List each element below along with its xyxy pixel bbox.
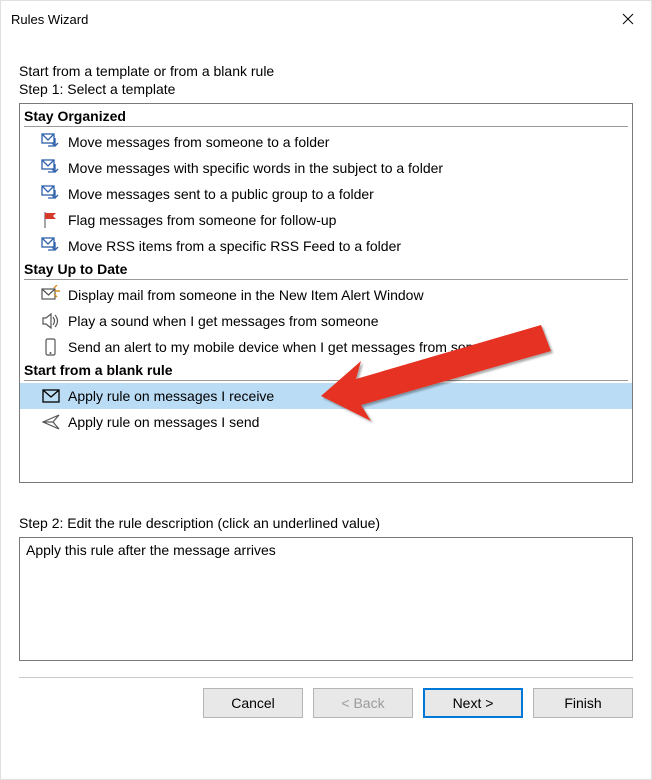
separator [19,677,633,678]
envelope-icon [40,385,62,407]
send-icon [40,411,62,433]
template-item-label: Move RSS items from a specific RSS Feed … [68,238,401,254]
template-listbox[interactable]: Stay Organized Move messages from someon… [19,103,633,483]
titlebar: Rules Wizard [1,1,651,37]
step2-label: Step 2: Edit the rule description (click… [19,515,633,531]
template-item-move-public-group[interactable]: Move messages sent to a public group to … [20,181,632,207]
template-item-move-rss[interactable]: Move RSS items from a specific RSS Feed … [20,233,632,259]
back-button: < Back [313,688,413,718]
template-item-mobile-alert[interactable]: Send an alert to my mobile device when I… [20,334,632,360]
step1-label: Step 1: Select a template [19,81,633,97]
rule-description-text: Apply this rule after the message arrive… [26,542,276,558]
template-item-apply-receive[interactable]: Apply rule on messages I receive [20,383,632,409]
template-item-flag-followup[interactable]: Flag messages from someone for follow-up [20,207,632,233]
mobile-icon [40,336,62,358]
move-to-folder-icon [40,183,62,205]
rules-wizard-dialog: Rules Wizard Start from a template or fr… [0,0,652,780]
close-button[interactable] [605,1,651,37]
flag-icon [40,209,62,231]
window-title: Rules Wizard [11,12,88,27]
button-bar: Cancel < Back Next > Finish [1,688,651,732]
category-header-stay-organized: Stay Organized [20,104,632,126]
next-button[interactable]: Next > [423,688,523,718]
template-item-move-subject-words[interactable]: Move messages with specific words in the… [20,155,632,181]
template-item-move-from-someone[interactable]: Move messages from someone to a folder [20,129,632,155]
rule-description-box[interactable]: Apply this rule after the message arrive… [19,537,633,661]
template-item-label: Apply rule on messages I receive [68,388,274,404]
template-item-label: Play a sound when I get messages from so… [68,313,379,329]
template-item-label: Display mail from someone in the New Ite… [68,287,424,303]
category-header-start-blank: Start from a blank rule [20,360,632,380]
category-header-stay-up-to-date: Stay Up to Date [20,259,632,279]
sound-icon [40,310,62,332]
template-item-apply-send[interactable]: Apply rule on messages I send [20,409,632,435]
cancel-button[interactable]: Cancel [203,688,303,718]
template-item-label: Move messages sent to a public group to … [68,186,374,202]
close-icon [622,13,634,25]
template-item-label: Move messages from someone to a folder [68,134,329,150]
template-item-label: Apply rule on messages I send [68,414,259,430]
intro-text: Start from a template or from a blank ru… [19,63,633,79]
move-to-folder-icon [40,131,62,153]
template-item-label: Move messages with specific words in the… [68,160,443,176]
template-item-label: Send an alert to my mobile device when I… [68,339,508,355]
template-item-play-sound[interactable]: Play a sound when I get messages from so… [20,308,632,334]
move-to-folder-icon [40,235,62,257]
template-item-label: Flag messages from someone for follow-up [68,212,336,228]
alert-mail-icon [40,284,62,306]
template-item-new-item-alert[interactable]: Display mail from someone in the New Ite… [20,282,632,308]
move-to-folder-icon [40,157,62,179]
finish-button[interactable]: Finish [533,688,633,718]
